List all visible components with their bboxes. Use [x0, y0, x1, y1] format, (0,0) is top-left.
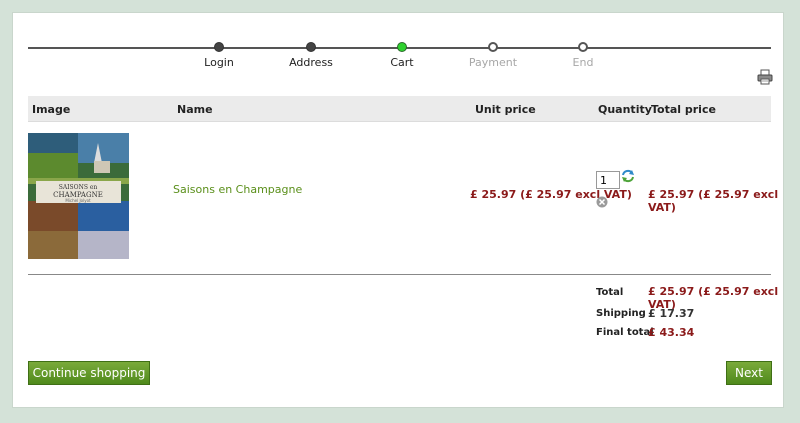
- step-address-label: Address: [289, 56, 333, 69]
- step-cart-dot: [397, 42, 407, 52]
- cover-author: Michel Jolyot: [65, 198, 91, 203]
- step-login-label: Login: [204, 56, 234, 69]
- print-icon[interactable]: [757, 69, 773, 85]
- product-image[interactable]: SAISONS en CHAMPAGNE Michel Jolyot: [28, 133, 129, 259]
- step-end-label: End: [572, 56, 594, 69]
- step-end-dot: [578, 42, 588, 52]
- step-cart[interactable]: Cart: [362, 42, 442, 69]
- remove-icon[interactable]: [596, 196, 608, 208]
- final-total-value: £ 43.34: [648, 326, 695, 339]
- quantity-input[interactable]: [596, 171, 620, 189]
- step-payment-label: Payment: [468, 56, 518, 69]
- step-login-dot: [214, 42, 224, 52]
- header-image: Image: [32, 103, 71, 116]
- cart-table-header: Image Name Unit price Quantity Total pri…: [28, 96, 771, 122]
- table-divider: [28, 274, 771, 275]
- step-payment: Payment: [453, 42, 533, 69]
- shipping-label: Shipping: [596, 308, 646, 319]
- product-total-price: £ 25.97 (£ 25.97 excl VAT): [648, 188, 779, 214]
- step-address[interactable]: Address: [271, 42, 351, 69]
- step-cart-label: Cart: [390, 56, 414, 69]
- header-unit-price: Unit price: [475, 103, 536, 116]
- cart-panel: Login Address Cart Payment End Image Nam…: [12, 12, 784, 408]
- next-button[interactable]: Next: [726, 361, 772, 385]
- cover-title-1: SAISONS en: [59, 184, 98, 191]
- step-payment-dot: [488, 42, 498, 52]
- total-label: Total: [596, 287, 624, 298]
- refresh-icon[interactable]: [621, 169, 635, 183]
- continue-shopping-button[interactable]: Continue shopping: [28, 361, 150, 385]
- final-total-label: Final total: [596, 327, 654, 338]
- step-end: End: [543, 42, 623, 69]
- step-login[interactable]: Login: [179, 42, 259, 69]
- shipping-value: £ 17.37: [648, 307, 695, 320]
- header-quantity: Quantity: [598, 103, 652, 116]
- header-name: Name: [177, 103, 213, 116]
- product-name-link[interactable]: Saisons en Champagne: [173, 183, 302, 196]
- header-total-price: Total price: [651, 103, 716, 116]
- step-address-dot: [306, 42, 316, 52]
